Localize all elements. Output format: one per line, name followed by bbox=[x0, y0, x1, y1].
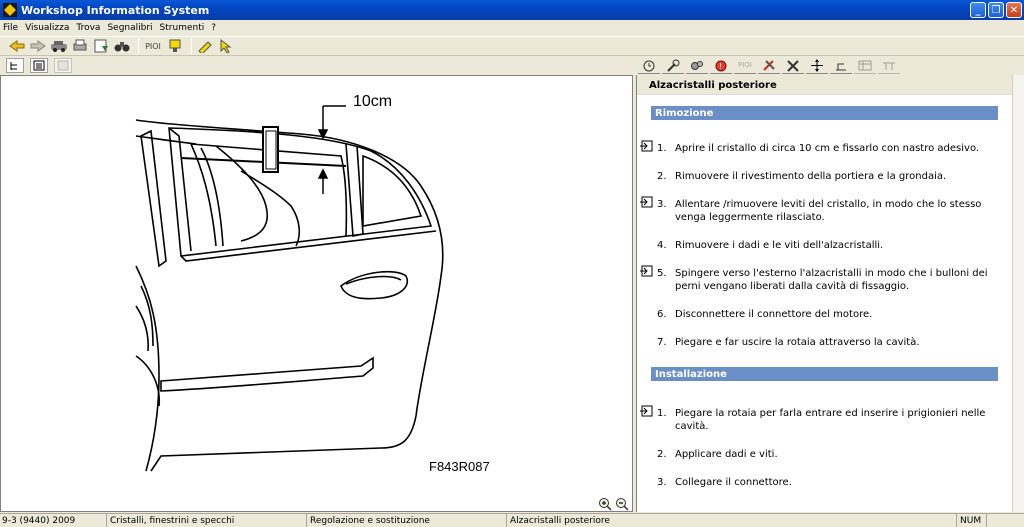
menu-find[interactable]: Trova bbox=[76, 23, 100, 33]
document-view-icon[interactable] bbox=[30, 58, 48, 73]
tree-view-icon[interactable] bbox=[6, 58, 24, 73]
step-text: Allentare /rimuovere leviti del cristall… bbox=[675, 199, 982, 223]
restore-button[interactable]: ❐ bbox=[988, 2, 1004, 18]
step-item: 5. Spingere verso l'esterno l'alzacristal… bbox=[637, 265, 1004, 293]
note-icon[interactable] bbox=[166, 37, 184, 55]
step-text: Collegare il connettore. bbox=[675, 477, 792, 488]
special-tools-icon[interactable] bbox=[782, 58, 804, 74]
title-bar: Workshop Information System _ ❐ ✕ bbox=[0, 0, 1024, 20]
pointer-icon[interactable] bbox=[217, 37, 235, 55]
step-item: 1. Piegare la rotaia per farla entrare ed… bbox=[637, 405, 1004, 433]
gears-icon[interactable] bbox=[686, 58, 708, 74]
alarm-clock-icon[interactable] bbox=[638, 58, 660, 74]
zoom-out-icon[interactable] bbox=[614, 497, 630, 511]
print-icon[interactable] bbox=[71, 37, 89, 55]
status-item: Alzacristalli posteriore bbox=[507, 514, 957, 527]
step-number: 3. bbox=[657, 199, 667, 210]
step-text: Piegare la rotaia per farla entrare ed i… bbox=[675, 408, 986, 432]
menu-bar: File Visualizza Trova Segnalibri Strumen… bbox=[0, 20, 1024, 35]
pioi-button[interactable]: PIOI bbox=[143, 37, 163, 55]
back-arrow-icon[interactable] bbox=[8, 37, 26, 55]
step-number: 5. bbox=[657, 268, 667, 279]
reference-link-icon[interactable] bbox=[639, 140, 653, 152]
component-icon[interactable] bbox=[878, 58, 900, 74]
reference-link-icon[interactable] bbox=[639, 405, 653, 417]
step-text: Applicare dadi e viti. bbox=[675, 449, 778, 460]
reference-link-icon[interactable] bbox=[639, 196, 653, 208]
step-number: 7. bbox=[657, 337, 667, 348]
minimize-button[interactable]: _ bbox=[970, 2, 986, 18]
zoom-in-icon[interactable] bbox=[597, 497, 613, 511]
step-item: 6. Disconnettere il connettore del motore… bbox=[637, 308, 1004, 321]
close-button[interactable]: ✕ bbox=[1006, 2, 1022, 18]
status-bar: 9-3 (9440) 2009 Cristalli, finestrini e … bbox=[0, 513, 1024, 527]
menu-tools[interactable]: Strumenti bbox=[160, 23, 205, 33]
tools-icon[interactable] bbox=[758, 58, 780, 74]
step-number: 2. bbox=[657, 171, 667, 182]
pioi-tab[interactable]: PIOI bbox=[734, 58, 756, 74]
installation-steps: 1. Piegare la rotaia per farla entrare ed… bbox=[637, 405, 1012, 489]
step-number: 3. bbox=[657, 477, 667, 488]
removal-steps: 1. Aprire il cristallo di circa 10 cm e f… bbox=[637, 140, 1012, 349]
menu-file[interactable]: File bbox=[3, 23, 18, 33]
door-illustration bbox=[135, 105, 444, 472]
step-item: 3. Collegare il connettore. bbox=[637, 476, 1004, 489]
step-number: 4. bbox=[657, 240, 667, 251]
view-toolbar: ! PIOI bbox=[0, 57, 1024, 74]
forward-arrow-icon[interactable] bbox=[29, 37, 47, 55]
section-heading-removal: Rimozione bbox=[651, 106, 998, 120]
vertical-scrollbar[interactable] bbox=[1012, 75, 1024, 512]
step-text: Rimuovere il rivestimento della portiera… bbox=[675, 171, 947, 182]
toolbar-separator bbox=[138, 38, 139, 54]
main-toolbar: PIOI bbox=[0, 36, 1024, 56]
step-item: 2. Applicare dadi e viti. bbox=[637, 448, 1004, 461]
step-text: Piegare e far uscire la rotaia attravers… bbox=[675, 337, 920, 348]
toolbar-separator bbox=[191, 38, 192, 54]
warning-icon[interactable]: ! bbox=[710, 58, 732, 74]
figure-code: F843R087 bbox=[429, 459, 490, 474]
binoculars-icon[interactable] bbox=[113, 37, 131, 55]
step-text: Spingere verso l'esterno l'alzacristalli… bbox=[675, 268, 988, 292]
menu-help[interactable]: ? bbox=[211, 23, 216, 33]
step-number: 1. bbox=[657, 143, 667, 154]
step-item: 2. Rimuovere il rivestimento della portie… bbox=[637, 170, 1004, 183]
step-number: 1. bbox=[657, 408, 667, 419]
step-item: 1. Aprire il cristallo di circa 10 cm e f… bbox=[637, 140, 1004, 155]
image-view-icon[interactable] bbox=[54, 58, 72, 73]
status-model: 9-3 (9440) 2009 bbox=[0, 514, 107, 527]
highlight-icon[interactable] bbox=[196, 37, 214, 55]
illustration-pane: 10cm F843R087 bbox=[0, 75, 633, 512]
wrench-icon[interactable] bbox=[662, 58, 684, 74]
status-operation: Regolazione e sostituzione bbox=[307, 514, 507, 527]
menu-bookmarks[interactable]: Segnalibri bbox=[107, 23, 152, 33]
step-item: 7. Piegare e far uscire la rotaia attrave… bbox=[637, 336, 1004, 349]
step-text: Disconnettere il connettore del motore. bbox=[675, 309, 873, 320]
svg-text:!: ! bbox=[719, 62, 722, 71]
step-text: Rimuovere i dadi e le viti dell'alzacris… bbox=[675, 240, 884, 251]
status-numlock: NUM bbox=[957, 514, 987, 527]
section-heading-installation: Installazione bbox=[651, 367, 998, 381]
status-group: Cristalli, finestrini e specchi bbox=[107, 514, 307, 527]
lift-icon[interactable] bbox=[830, 58, 852, 74]
table-icon[interactable] bbox=[854, 58, 876, 74]
menu-view[interactable]: Visualizza bbox=[25, 23, 69, 33]
move-icon[interactable] bbox=[806, 58, 828, 74]
step-number: 6. bbox=[657, 309, 667, 320]
measure-label: 10cm bbox=[353, 93, 393, 110]
document-pane: Alzacristalli posteriore Rimozione 1. Apr… bbox=[636, 75, 1012, 512]
step-item: 4. Rimuovere i dadi e le viti dell'alzacr… bbox=[637, 239, 1004, 252]
document-title: Alzacristalli posteriore bbox=[637, 75, 1012, 95]
step-number: 2. bbox=[657, 449, 667, 460]
step-text: Aprire il cristallo di circa 10 cm e fis… bbox=[675, 143, 980, 154]
reference-link-icon[interactable] bbox=[639, 265, 653, 277]
vehicle-icon[interactable] bbox=[50, 37, 68, 55]
window-title: Workshop Information System bbox=[21, 3, 210, 17]
step-item: 3. Allentare /rimuovere leviti del crista… bbox=[637, 196, 1004, 224]
app-logo-icon bbox=[3, 3, 17, 17]
save-page-icon[interactable] bbox=[92, 37, 110, 55]
